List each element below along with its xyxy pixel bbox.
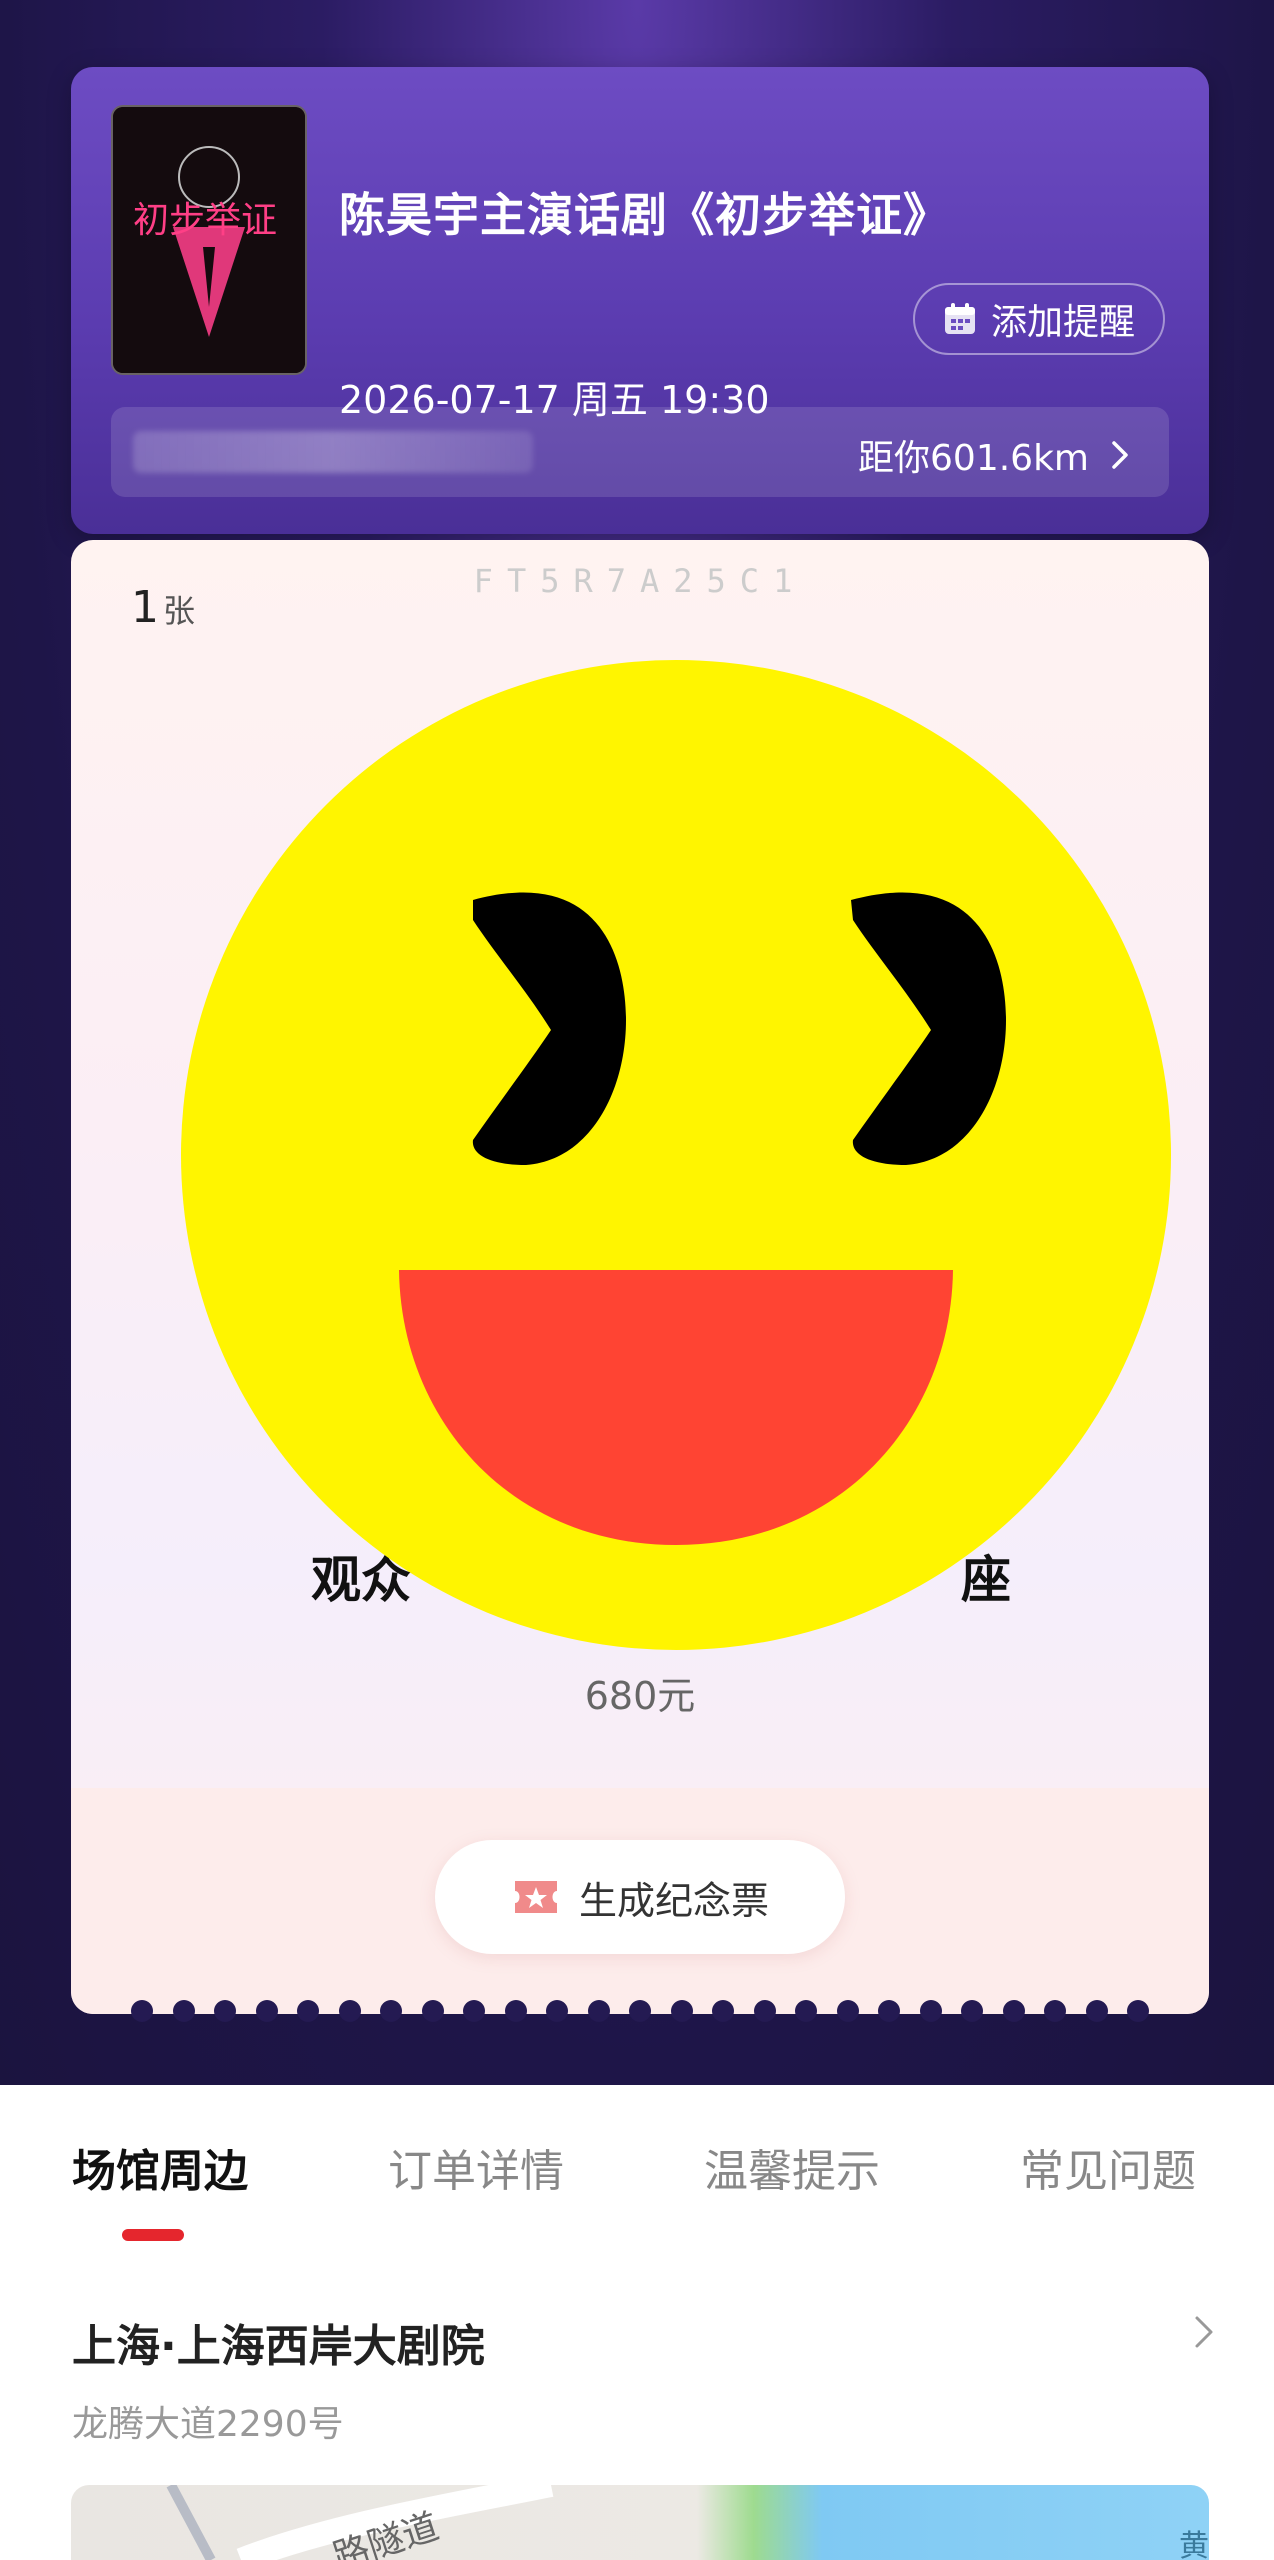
calendar-icon (944, 303, 975, 334)
venue-name[interactable]: 上海·上海西岸大剧院 (72, 2310, 485, 2374)
show-info-card[interactable]: 初步举证 陈昊宇主演话剧《初步举证》 2026-07-17 周五 19:30 添… (71, 67, 1209, 534)
ticket-quantity: 1张 (131, 582, 195, 633)
show-title: 陈昊宇主演话剧《初步举证》 (339, 188, 950, 242)
map-roads (166, 2485, 554, 2560)
active-tab-indicator (122, 2229, 184, 2241)
ticket-icon (514, 1881, 557, 1913)
ticket-price: 680元 (584, 1674, 696, 1718)
bottom-info-section: 场馆周边 订单详情 温馨提示 常见问题 上海·上海西岸大剧院 龙腾大道2290号… (0, 2085, 1274, 2560)
ticket-code: FT5R7A25C1 (473, 562, 807, 600)
venue-distance: 距你601.6km (858, 429, 1129, 481)
map-corner-label: 黄 (1179, 2529, 1209, 2560)
generate-souvenir-ticket-button[interactable]: 生成纪念票 (435, 1840, 845, 1954)
smiley-emoji-icon (181, 660, 1171, 1650)
add-reminder-label: 添加提醒 (990, 302, 1135, 343)
venue-location-bar[interactable]: 距你601.6km (111, 407, 1169, 497)
souvenir-label: 生成纪念票 (578, 1878, 769, 1923)
venue-address: 龙腾大道2290号 (72, 2404, 344, 2445)
tab-venue-nearby[interactable]: 场馆周边 (72, 2135, 248, 2199)
tab-warm-tips[interactable]: 温馨提示 (704, 2135, 880, 2199)
tab-faq[interactable]: 常见问题 (1020, 2135, 1196, 2199)
distance-text: 距你601.6km (858, 438, 1089, 479)
chevron-right-icon (1112, 441, 1128, 469)
ticket-perforation (71, 2000, 1209, 2028)
show-poster[interactable]: 初步举证 (111, 105, 307, 375)
quantity-unit: 张 (163, 592, 196, 630)
add-reminder-button[interactable]: 添加提醒 (913, 283, 1165, 355)
ticket-card: FT5R7A25C1 1张 观众 座 680元 生成纪念票 (71, 540, 1209, 2014)
quantity-number: 1 (131, 582, 159, 633)
blurred-venue-text (133, 431, 533, 473)
info-tabs: 场馆周边 订单详情 温馨提示 常见问题 (0, 2135, 1274, 2215)
tab-order-details[interactable]: 订单详情 (388, 2135, 564, 2199)
venue-map[interactable]: 路隧道 黄 (71, 2485, 1209, 2560)
poster-title-text: 初步举证 (133, 200, 277, 241)
chevron-right-icon[interactable] (1194, 2315, 1214, 2349)
